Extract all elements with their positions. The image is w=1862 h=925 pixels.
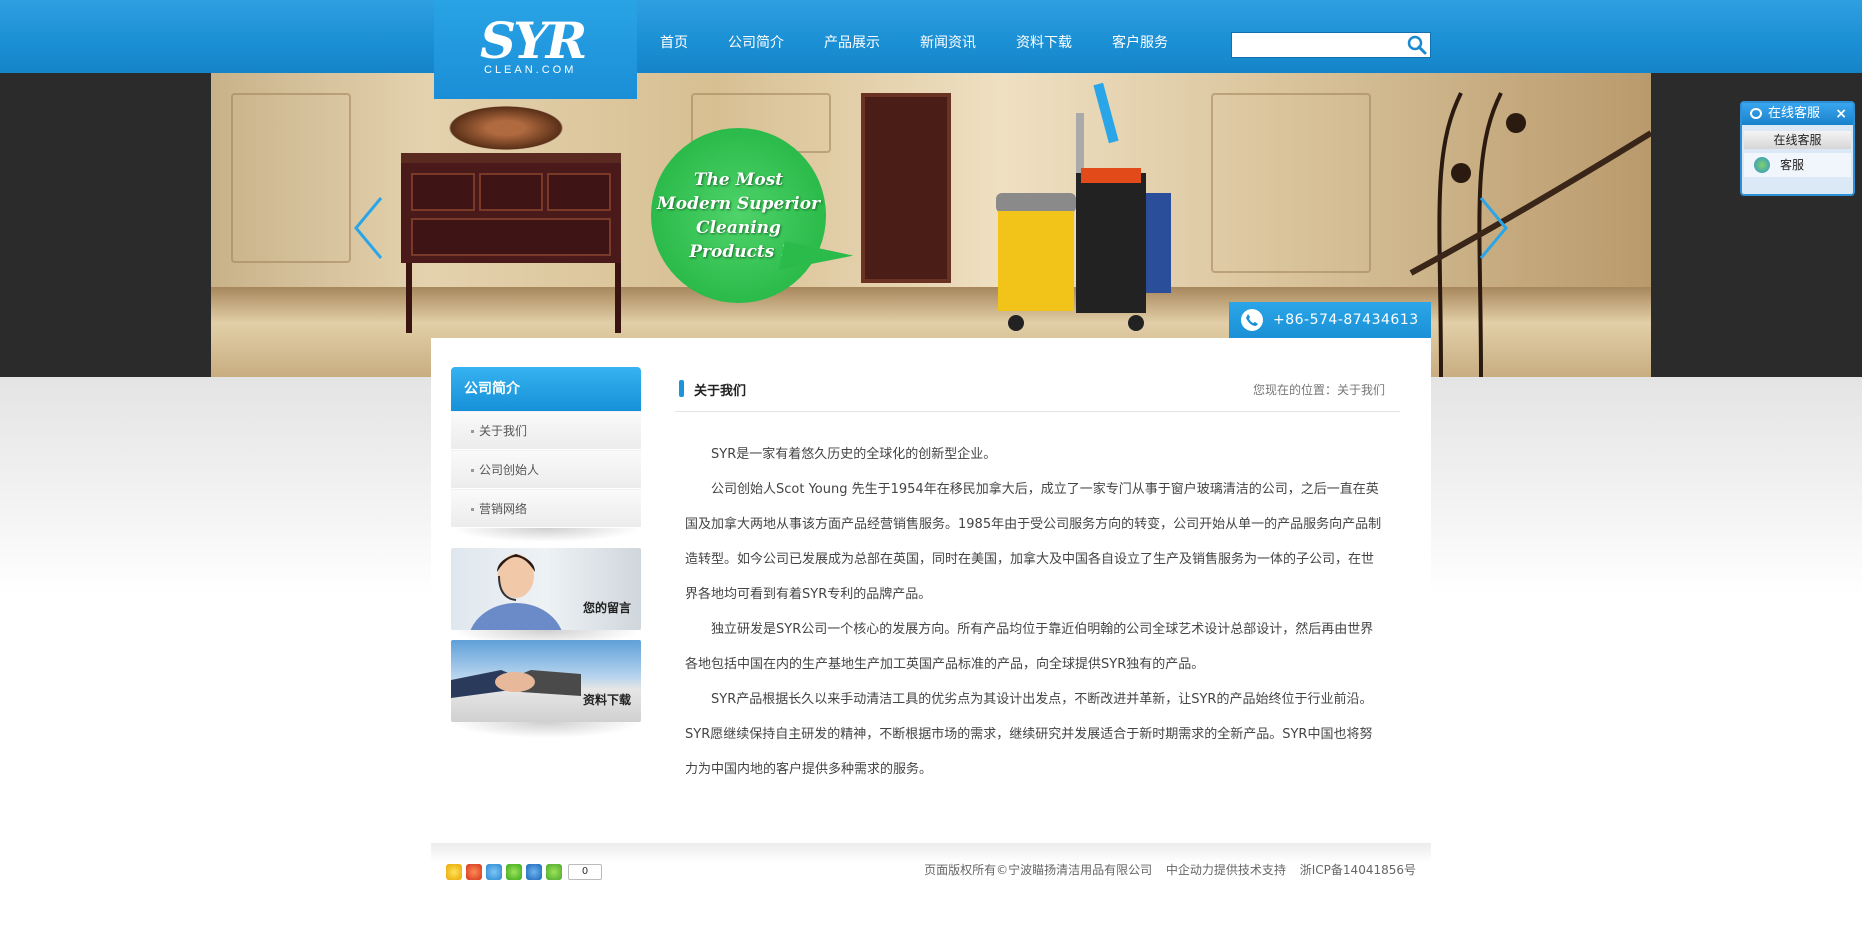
article-body: SYR是一家有着悠久历史的全球化的创新型企业。 公司创始人Scot Young … [685,437,1385,787]
tech-support-link[interactable]: 中企动力提供技术支持 [1166,863,1286,877]
site-header: 首页 公司简介 产品展示 新闻资讯 资料下载 客户服务 [0,0,1862,73]
phone-number: +86-574-87434613 [1273,312,1419,328]
banner: The Most Modern Superior Cleaning Produc… [0,73,1862,377]
nav-downloads[interactable]: 资料下载 [996,0,1092,73]
article-paragraph: 公司创始人Scot Young 先生于1954年在移民加拿大后，成立了一家专门从… [685,482,1382,602]
nav-home[interactable]: 首页 [640,0,708,73]
nav-products[interactable]: 产品展示 [804,0,900,73]
flower-vase [441,103,571,153]
download-banner[interactable]: 资料下载 [451,640,641,722]
sidebar-item-sales-network[interactable]: 营销网络 [451,489,641,528]
wall-panel [1211,93,1371,273]
logo[interactable]: SYR CLEAN.COM [480,11,595,78]
leave-message-label: 您的留言 [582,601,631,615]
banner-prev-arrow-icon[interactable] [351,193,391,263]
logo-tab: SYR CLEAN.COM [434,0,637,99]
agent-label: 客服 [1780,158,1805,172]
share-bar: 0 [446,864,602,880]
breadcrumb: 您现在的位置：关于我们 [1252,383,1385,397]
banner-next-arrow-icon[interactable] [1471,193,1511,263]
close-icon[interactable]: × [1835,103,1847,125]
download-label: 资料下载 [582,693,631,707]
drawer [547,173,611,211]
article-paragraph: 独立研发是SYR公司一个核心的发展方向。所有产品均位于靠近伯明翰的公司全球艺术设… [685,622,1374,672]
copyright-line: 页面版权所有©宁波瞄扬清洁用品有限公司 中企动力提供技术支持 浙ICP备1404… [914,861,1416,878]
share-count: 0 [568,864,602,880]
sidebar-menu: 关于我们 公司创始人 营销网络 [451,411,641,528]
slogan-line: The Most [693,169,784,190]
customer-service-agent-image [470,554,562,630]
chat-bubble-icon [1750,108,1762,119]
sidebar-item-founder[interactable]: 公司创始人 [451,450,641,489]
article-paragraph: SYR是一家有着悠久历史的全球化的创新型企业。 [711,447,997,462]
qq-icon [1754,157,1770,173]
nav-about[interactable]: 公司简介 [708,0,804,73]
online-service-title: 在线客服 [1768,106,1821,121]
promo-shadow [451,722,641,738]
logo-text: SYR [480,11,587,70]
icp-link[interactable]: 浙ICP备14041856号 [1300,863,1416,877]
drawer [411,218,611,256]
drawer [411,173,475,211]
more-share-icon[interactable] [546,864,562,880]
drawer [479,173,543,211]
wall-panel [231,93,351,263]
cabinet [401,153,621,263]
stair-railing [1409,92,1651,377]
main-nav: 首页 公司简介 产品展示 新闻资讯 资料下载 客户服务 [640,0,1188,73]
online-service-widget: 在线客服 × 在线客服 客服 [1740,101,1855,196]
nav-news[interactable]: 新闻资讯 [900,0,996,73]
phone-icon [1241,309,1263,331]
sidebar-shadow [451,528,641,542]
wechat-icon[interactable] [506,864,522,880]
search-button[interactable] [1406,35,1428,56]
copyright-text: 页面版权所有©宁波瞄扬清洁用品有限公司 [924,863,1153,877]
cabinet-leg [615,263,621,333]
weibo-icon[interactable] [466,864,482,880]
page-title: 关于我们 [679,380,746,399]
cabinet-leg [406,263,412,333]
search-icon [1407,35,1427,55]
sidebar-item-about-us[interactable]: 关于我们 [451,411,641,450]
phone-tag: +86-574-87434613 [1229,302,1431,338]
slogan-bubble: The Most Modern Superior Cleaning Produc… [651,128,826,303]
banner-image: The Most Modern Superior Cleaning Produc… [211,73,1651,377]
qzone-icon[interactable] [446,864,462,880]
cleaning-cart-image [996,82,1171,331]
search-input[interactable] [1236,35,1396,55]
leave-message-banner[interactable]: 您的留言 [451,548,641,630]
title-divider [675,411,1400,412]
nav-customer-service[interactable]: 客户服务 [1092,0,1188,73]
slogan-line: Cleaning [696,217,781,238]
online-service-agent[interactable]: 客服 [1744,153,1851,177]
tencent-weibo-icon[interactable] [486,864,502,880]
renren-icon[interactable] [526,864,542,880]
slogan-line: Modern Superior [656,193,821,214]
online-service-header: 在线客服 × [1742,103,1853,125]
article-paragraph: SYR产品根据长久以来手动清洁工具的优劣点为其设计出发点，不断改进并革新，让SY… [685,692,1373,777]
handshake-image [451,670,581,698]
footer-bar [431,843,1431,863]
online-service-subtitle: 在线客服 [1744,131,1851,149]
search-box [1231,32,1431,58]
sidebar-title: 公司简介 [451,367,641,411]
wood-door [861,93,951,283]
